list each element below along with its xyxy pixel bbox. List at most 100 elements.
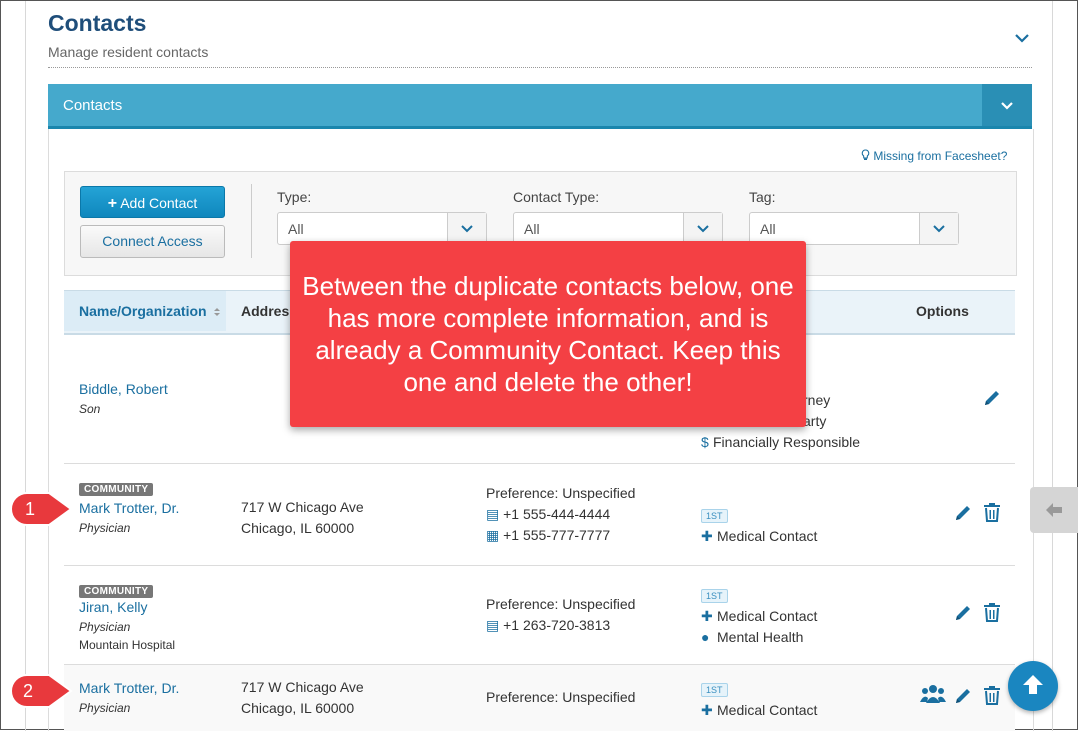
contact-name-link[interactable]: Mark Trotter, Dr. — [79, 680, 179, 696]
collapse-section-chevron-icon[interactable] — [1013, 29, 1031, 52]
tag-label: rney — [803, 392, 831, 408]
community-badge: COMMUNITY — [79, 581, 154, 599]
contact-type-filter-value: All — [524, 221, 540, 237]
address-line-1: 717 W Chicago Ave — [241, 679, 364, 695]
right-border — [1052, 1, 1053, 487]
address-line-2: Chicago, IL 60000 — [241, 520, 355, 536]
type-filter-value: All — [288, 221, 304, 237]
priority-badge: 1ST — [701, 586, 728, 604]
chevron-down-icon — [447, 213, 486, 244]
contact-organization: Mountain Hospital — [79, 638, 176, 652]
divider — [48, 67, 1032, 68]
contact-name-link[interactable]: Biddle, Robert — [79, 381, 168, 397]
fax-icon: ▦ — [486, 527, 500, 543]
medkit-icon: ✚ — [701, 702, 713, 718]
tag-mental-health: ● Mental Health — [701, 629, 803, 645]
row-divider — [64, 565, 1015, 566]
contact-preference: Preference: Unspecified — [486, 485, 636, 501]
community-badge-label: COMMUNITY — [79, 585, 154, 598]
plus-icon: + — [107, 195, 118, 212]
user-icon: ● — [701, 629, 710, 645]
tag-medical-contact: ✚ Medical Contact — [701, 702, 817, 719]
arrow-left-icon — [1046, 503, 1062, 517]
chevron-down-icon — [1001, 102, 1013, 110]
tag-filter-value: All — [760, 221, 776, 237]
arrow-up-icon — [1023, 675, 1043, 694]
edit-pencil-icon[interactable] — [982, 388, 1002, 413]
edit-pencil-icon[interactable] — [953, 503, 973, 528]
tag-medical-contact: ✚ Medical Contact — [701, 608, 817, 625]
sort-icon — [214, 308, 221, 316]
contact-preference: Preference: Unspecified — [486, 689, 636, 705]
connect-access-button[interactable]: Connect Access — [80, 225, 225, 258]
missing-link-label: Missing from Facesheet? — [873, 149, 1008, 163]
phone-office: ▤ +1 555-444-4444 — [486, 506, 610, 523]
edit-pencil-icon[interactable] — [953, 686, 973, 711]
dollar-icon: $ — [701, 434, 709, 450]
instruction-callout: Between the duplicate contacts below, on… — [290, 241, 806, 427]
step-marker-number: 2 — [23, 681, 34, 701]
divider — [251, 184, 252, 258]
row-divider — [64, 463, 1015, 464]
contact-relationship: Physician — [79, 521, 131, 535]
phone-number: +1 555-444-4444 — [503, 506, 611, 522]
tag-label: Mental Health — [717, 629, 804, 645]
medkit-icon: ✚ — [701, 608, 713, 624]
contact-preference: Preference: Unspecified — [486, 596, 636, 612]
chevron-down-icon — [683, 213, 722, 244]
priority-badge-label: 1ST — [701, 683, 728, 697]
step-marker-1: 1 — [9, 491, 73, 527]
contacts-panel-header — [48, 84, 1032, 129]
missing-from-facesheet-link[interactable]: Missing from Facesheet? — [861, 149, 1007, 163]
lightbulb-icon — [861, 149, 870, 160]
tag-label: arty — [803, 413, 827, 429]
phone-number: +1 555-777-7777 — [503, 527, 611, 543]
contact-type-filter-label: Contact Type: — [513, 189, 600, 205]
building-icon: ▤ — [486, 506, 500, 522]
medkit-icon: ✚ — [701, 528, 713, 544]
scroll-to-top-button[interactable] — [1008, 661, 1058, 711]
column-header-name-label: Name/Organization — [79, 303, 207, 319]
add-contact-button[interactable]: + Add Contact — [80, 186, 225, 218]
add-to-community-users-icon[interactable] — [920, 683, 946, 710]
tag-label: Financially Responsible — [713, 434, 861, 450]
delete-trash-icon[interactable] — [983, 685, 1001, 710]
page-subtitle: Manage resident contacts — [48, 44, 209, 60]
side-panel-toggle[interactable] — [1030, 487, 1078, 533]
contact-relationship: Physician — [79, 620, 131, 634]
column-header-name[interactable]: Name/Organization — [79, 303, 221, 319]
phone-number: +1 263-720-3813 — [503, 617, 611, 633]
column-header-options: Options — [916, 303, 969, 319]
tag-label: Medical Contact — [717, 528, 818, 544]
address-line-2: Chicago, IL 60000 — [241, 700, 355, 716]
contacts-panel-title: Contacts — [63, 97, 123, 114]
step-marker-2: 2 — [9, 673, 73, 709]
tag-label: Medical Contact — [717, 702, 818, 718]
building-icon: ▤ — [486, 617, 500, 633]
add-contact-label: Add Contact — [120, 195, 198, 211]
delete-trash-icon[interactable] — [983, 602, 1001, 627]
page-title: Contacts — [48, 10, 147, 36]
address-line-1: 717 W Chicago Ave — [241, 499, 364, 515]
contact-relationship: Son — [79, 402, 101, 416]
tag-financially-responsible: $ Financially Responsible — [701, 434, 860, 450]
delete-trash-icon[interactable] — [983, 502, 1001, 527]
tag-label: Medical Contact — [717, 608, 818, 624]
column-header-address[interactable]: Addres — [241, 303, 289, 319]
contact-name-link[interactable]: Jiran, Kelly — [79, 599, 147, 615]
panel-toggle-button[interactable] — [982, 84, 1032, 126]
priority-badge-label: 1ST — [701, 509, 728, 523]
community-badge-label: COMMUNITY — [79, 483, 154, 496]
tag-filter-label: Tag: — [749, 189, 776, 205]
phone-fax: ▦ +1 555-777-7777 — [486, 527, 610, 544]
phone-office: ▤ +1 263-720-3813 — [486, 617, 610, 634]
priority-badge: 1ST — [701, 506, 728, 524]
contact-name-link[interactable]: Mark Trotter, Dr. — [79, 500, 179, 516]
contact-relationship: Physician — [79, 701, 131, 715]
left-border — [25, 1, 26, 731]
tag-medical-contact: ✚ Medical Contact — [701, 528, 817, 545]
step-marker-number: 1 — [25, 499, 36, 519]
type-filter-label: Type: — [277, 189, 312, 205]
edit-pencil-icon[interactable] — [953, 603, 973, 628]
community-badge: COMMUNITY — [79, 479, 154, 497]
